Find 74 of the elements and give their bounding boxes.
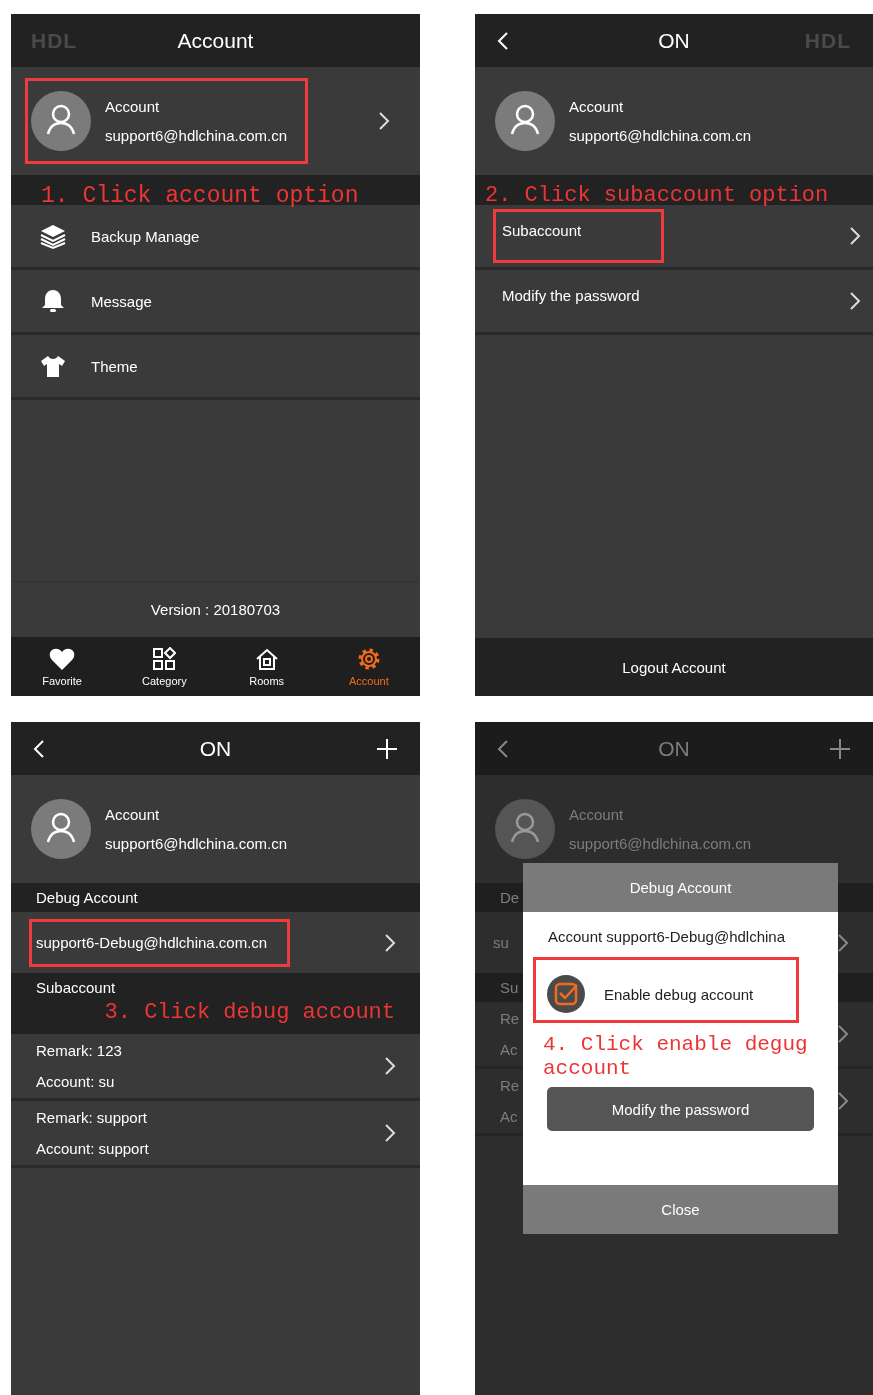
chevron-right-icon xyxy=(849,226,861,246)
menu-label: Theme xyxy=(91,357,138,375)
profile-label: Account xyxy=(569,98,625,115)
menu-item[interactable]: Subaccount xyxy=(475,205,873,270)
account-text: Account: support xyxy=(36,1140,149,1157)
gear-icon xyxy=(356,646,381,671)
chevron-right-icon xyxy=(837,1091,849,1111)
avatar-icon xyxy=(495,91,555,151)
section-header: Debug Account xyxy=(36,889,138,906)
screen-title: Account xyxy=(177,28,254,53)
back-icon xyxy=(497,738,509,759)
account-list-row[interactable]: Remark: 123 Account: su xyxy=(11,1034,420,1101)
dialog-title: Debug Account xyxy=(523,863,838,912)
profile-email: support6@hdlchina.com.cn xyxy=(569,127,751,144)
checkbox-icon[interactable] xyxy=(546,974,586,1014)
chevron-right-icon xyxy=(384,932,396,953)
account-text: Ac xyxy=(500,1108,519,1125)
menu-label: Message xyxy=(91,292,152,310)
account-list-row[interactable]: Remark: support Account: support xyxy=(11,1101,420,1168)
profile-email: support6@hdlchina.com.cn xyxy=(105,127,287,144)
chevron-right-icon xyxy=(378,111,390,131)
chevron-right-icon xyxy=(384,1123,396,1143)
profile-label: Account xyxy=(105,98,161,115)
layers-icon xyxy=(39,222,67,250)
remark-text: Remark: 123 xyxy=(36,1042,122,1059)
category-icon xyxy=(152,646,177,671)
close-button[interactable]: Close xyxy=(523,1185,838,1234)
house-icon xyxy=(254,646,279,671)
debug-account-email: support6-Debug@hdlchina.com.cn xyxy=(36,933,268,951)
tab[interactable]: Rooms xyxy=(215,637,318,696)
annotation-text: 3. Click debug account xyxy=(104,1000,395,1026)
section-header: Su xyxy=(500,979,519,996)
menu-label: Subaccount xyxy=(502,222,582,239)
debug-account-email: su xyxy=(493,934,509,951)
profile-email: support6@hdlchina.com.cn xyxy=(105,835,287,852)
screen-title: ON xyxy=(658,736,690,761)
enable-debug-option[interactable]: Enable debug account xyxy=(546,974,796,1014)
add-icon[interactable] xyxy=(376,737,398,760)
profile-label: Account xyxy=(105,806,161,823)
chevron-right-icon xyxy=(837,932,849,953)
logout-button[interactable]: Logout Account xyxy=(475,638,873,696)
chevron-right-icon xyxy=(849,291,861,311)
menu-item[interactable]: Theme xyxy=(11,335,420,400)
account-text: Account support6-Debug@hdlchina xyxy=(547,928,787,945)
chevron-right-icon xyxy=(384,1056,396,1076)
tab[interactable]: Category xyxy=(113,637,216,696)
section-header: Subaccount xyxy=(36,979,116,996)
remark-text: Re xyxy=(500,1077,520,1094)
back-icon[interactable] xyxy=(33,738,45,759)
screen-title: ON xyxy=(199,736,232,761)
tab[interactable]: Favorite xyxy=(11,637,114,696)
remark-text: Remark: support xyxy=(36,1109,148,1126)
screen-title: ON xyxy=(658,28,690,53)
avatar-icon xyxy=(31,799,91,859)
debug-account-item[interactable]: support6-Debug@hdlchina.com.cn xyxy=(11,912,420,973)
menu-label: Modify the password xyxy=(502,287,640,304)
avatar-icon xyxy=(31,91,91,151)
modify-password-button[interactable]: Modify the password xyxy=(547,1087,814,1131)
remark-text: Re xyxy=(500,1010,520,1027)
tab[interactable]: Account xyxy=(317,637,420,696)
menu-item[interactable]: Modify the password xyxy=(475,270,873,335)
profile-label: Account xyxy=(569,806,625,823)
menu-label: Backup Manage xyxy=(91,227,200,245)
annotation-text: 4. Click enable degug account xyxy=(543,1033,809,1081)
chevron-right-icon xyxy=(837,1024,849,1044)
section-header: De xyxy=(500,889,520,906)
profile-email: support6@hdlchina.com.cn xyxy=(569,835,751,852)
menu-item[interactable]: Message xyxy=(11,270,420,335)
account-text: Ac xyxy=(500,1041,519,1058)
back-icon[interactable] xyxy=(497,30,509,51)
avatar-icon xyxy=(495,799,555,859)
add-icon xyxy=(829,737,851,760)
account-text: Account: su xyxy=(36,1073,116,1090)
heart-icon xyxy=(49,646,76,671)
